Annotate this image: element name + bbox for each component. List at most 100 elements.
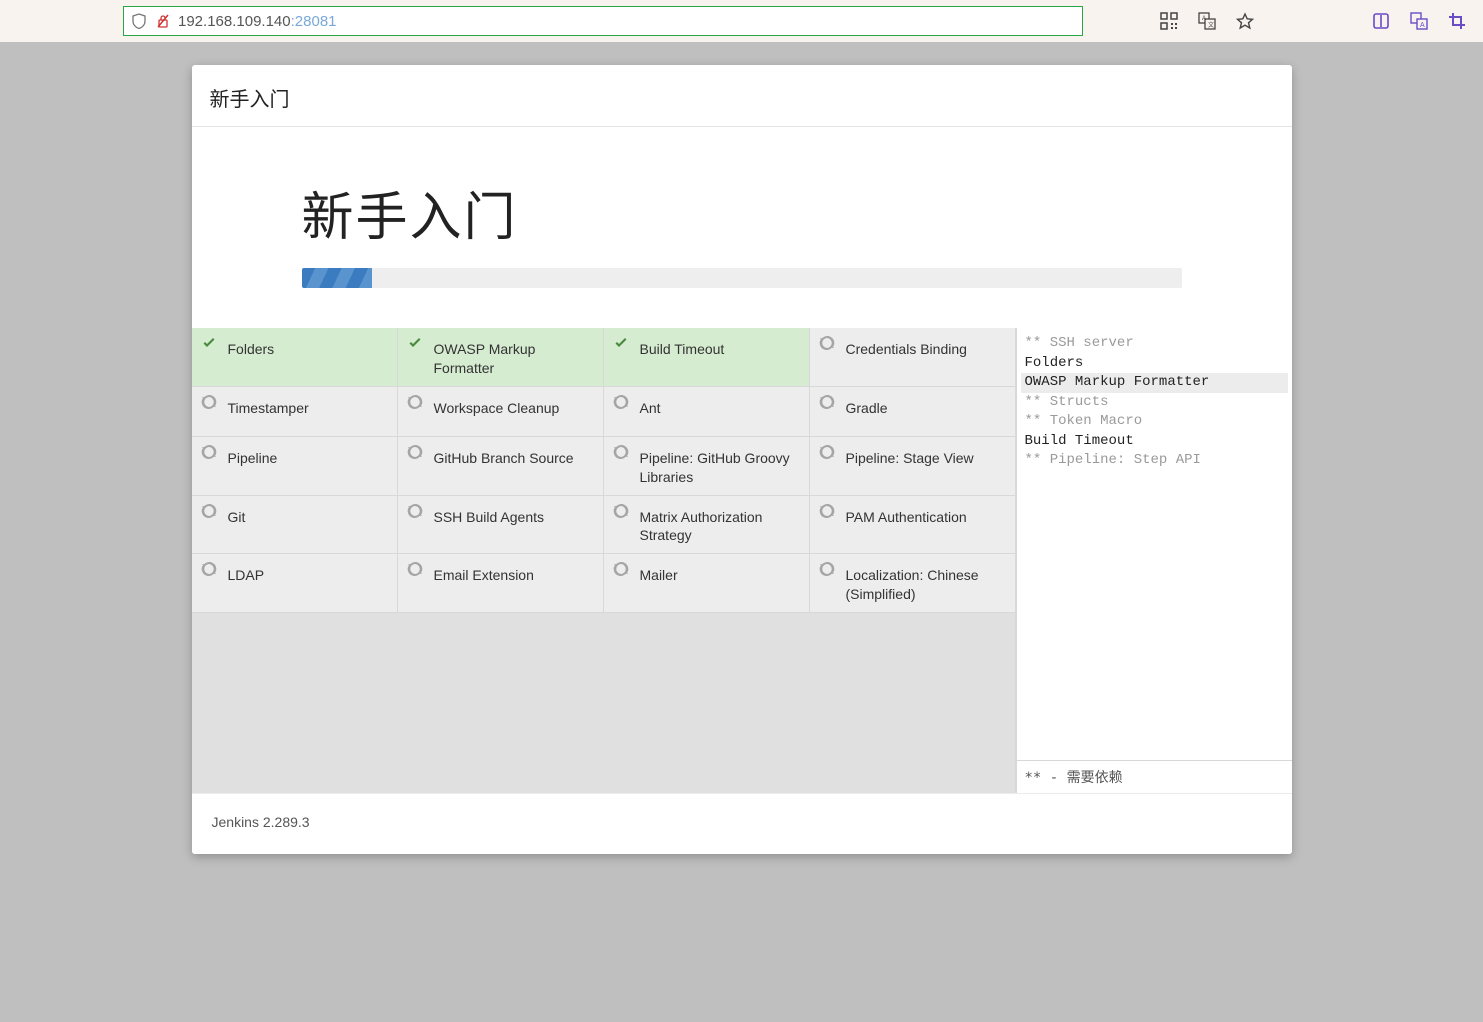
plugin-cell: SSH Build Agents (398, 496, 604, 555)
refresh-icon (200, 393, 218, 411)
plugin-cell: Pipeline: Stage View (810, 437, 1016, 496)
refresh-icon (612, 560, 630, 578)
plugin-cell: Build Timeout (604, 328, 810, 387)
install-log-pane: ** SSH serverFoldersOWASP Markup Formatt… (1016, 328, 1292, 793)
plugin-cell: Pipeline: GitHub Groovy Libraries (604, 437, 810, 496)
refresh-icon (406, 393, 424, 411)
svg-text:A: A (1202, 16, 1206, 22)
log-line: Folders (1021, 354, 1288, 374)
plugin-cell: Git (192, 496, 398, 555)
plugin-cell: Ant (604, 387, 810, 437)
plugin-cell: Workspace Cleanup (398, 387, 604, 437)
qr-icon[interactable] (1159, 11, 1179, 31)
log-line: ** Pipeline: Step API (1021, 451, 1288, 471)
lock-insecure-icon (154, 13, 172, 29)
plugin-label: Email Extension (434, 562, 534, 585)
plugin-label: OWASP Markup Formatter (434, 336, 597, 378)
plugin-label: Timestamper (228, 395, 309, 418)
jenkins-version: Jenkins 2.289.3 (212, 814, 310, 830)
plugin-cell: OWASP Markup Formatter (398, 328, 604, 387)
plugin-label: Pipeline: Stage View (846, 445, 974, 468)
refresh-icon (612, 502, 630, 520)
plugin-cell: Email Extension (398, 554, 604, 613)
plugin-grid: Folders OWASP Markup Formatter Build Timeo… (192, 328, 1016, 613)
progress-fill (302, 268, 372, 288)
plugin-cell: Credentials Binding (810, 328, 1016, 387)
setup-wizard-card: 新手入门 新手入门 FoldersOWASP Markup FormatterB… (192, 65, 1292, 854)
hero-section: 新手入门 (192, 127, 1292, 328)
translate2-icon[interactable]: A (1409, 11, 1429, 31)
refresh-icon (200, 560, 218, 578)
plugin-cell: LDAP (192, 554, 398, 613)
plugin-label: Folders (228, 336, 275, 359)
plugin-label: Mailer (640, 562, 678, 585)
hero-title: 新手入门 (302, 175, 1182, 250)
plugin-cell: GitHub Branch Source (398, 437, 604, 496)
plugin-label: Credentials Binding (846, 336, 967, 359)
plugin-label: GitHub Branch Source (434, 445, 574, 468)
log-line: Build Timeout (1021, 432, 1288, 452)
log-line: ** SSH server (1021, 334, 1288, 354)
plugin-label: SSH Build Agents (434, 504, 545, 527)
check-icon (406, 334, 424, 352)
refresh-icon (818, 334, 836, 352)
card-header: 新手入门 (192, 65, 1292, 127)
browser-toolbar: 192.168.109.140:28081 A文 A (0, 0, 1483, 42)
plugin-label: Pipeline (228, 445, 278, 468)
log-line: ** Structs (1021, 393, 1288, 413)
plugin-label: Gradle (846, 395, 888, 418)
reader-icon[interactable] (1371, 11, 1391, 31)
plugin-cell: Localization: Chinese (Simplified) (810, 554, 1016, 613)
url-text: 192.168.109.140:28081 (178, 13, 337, 30)
plugin-grid-wrap: Folders OWASP Markup Formatter Build Timeo… (192, 328, 1016, 793)
plugin-cell: Gradle (810, 387, 1016, 437)
bookmark-star-icon[interactable] (1235, 11, 1255, 31)
content-row: FoldersOWASP Markup FormatterBuild Timeo… (192, 328, 1292, 793)
plugin-label: Git (228, 504, 246, 527)
translate-icon[interactable]: A文 (1197, 11, 1217, 31)
url-bar[interactable]: 192.168.109.140:28081 (123, 6, 1083, 36)
refresh-icon (612, 393, 630, 411)
browser-actions: A文 A (1159, 11, 1467, 31)
install-log: ** SSH serverFoldersOWASP Markup Formatt… (1017, 328, 1292, 477)
plugin-cell: Timestamper (192, 387, 398, 437)
check-icon (612, 334, 630, 352)
refresh-icon (818, 502, 836, 520)
plugin-cell: PAM Authentication (810, 496, 1016, 555)
plugin-label: Ant (640, 395, 661, 418)
url-port: :28081 (291, 13, 337, 30)
refresh-icon (818, 560, 836, 578)
plugin-label: PAM Authentication (846, 504, 967, 527)
refresh-icon (406, 443, 424, 461)
plugin-cell: Pipeline (192, 437, 398, 496)
log-line: OWASP Markup Formatter (1021, 373, 1288, 393)
crop-icon[interactable] (1447, 11, 1467, 31)
log-footer: ** - 需要依赖 (1017, 760, 1292, 793)
plugin-label: Pipeline: GitHub Groovy Libraries (640, 445, 803, 487)
refresh-icon (406, 560, 424, 578)
plugin-label: Localization: Chinese (Simplified) (846, 562, 1009, 604)
card-title: 新手入门 (210, 89, 290, 111)
refresh-icon (818, 393, 836, 411)
plugin-label: Build Timeout (640, 336, 725, 359)
svg-text:文: 文 (1208, 21, 1214, 29)
refresh-icon (818, 443, 836, 461)
plugin-cell: Mailer (604, 554, 810, 613)
check-icon (200, 334, 218, 352)
plugin-label: LDAP (228, 562, 265, 585)
refresh-icon (200, 443, 218, 461)
refresh-icon (200, 502, 218, 520)
plugin-label: Matrix Authorization Strategy (640, 504, 803, 546)
svg-text:A: A (1420, 22, 1425, 29)
log-line: ** Token Macro (1021, 412, 1288, 432)
card-footer: Jenkins 2.289.3 (192, 793, 1292, 854)
refresh-icon (612, 443, 630, 461)
plugin-cell: Matrix Authorization Strategy (604, 496, 810, 555)
plugin-cell: Folders (192, 328, 398, 387)
refresh-icon (406, 502, 424, 520)
url-host: 192.168.109.140 (178, 13, 291, 30)
plugin-label: Workspace Cleanup (434, 395, 560, 418)
install-progress (302, 268, 1182, 288)
shield-icon (130, 13, 148, 29)
page-body: 新手入门 新手入门 FoldersOWASP Markup FormatterB… (0, 42, 1483, 854)
